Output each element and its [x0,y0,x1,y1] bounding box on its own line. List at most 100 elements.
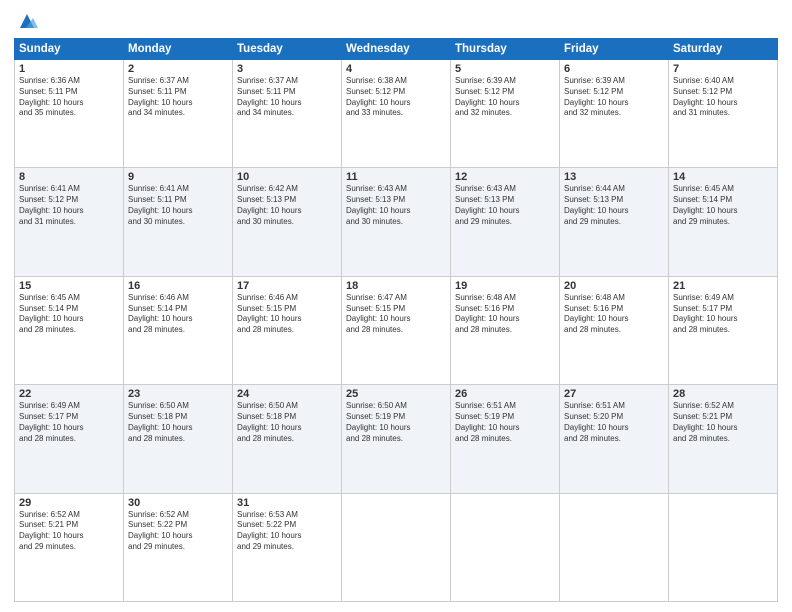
calendar-page: SundayMondayTuesdayWednesdayThursdayFrid… [0,0,792,612]
day-number: 24 [237,388,337,400]
day-number: 14 [673,171,773,183]
calendar-cell: 16Sunrise: 6:46 AM Sunset: 5:14 PM Dayli… [124,276,233,384]
week-row-2: 8Sunrise: 6:41 AM Sunset: 5:12 PM Daylig… [15,168,778,276]
day-number: 29 [19,497,119,509]
day-number: 8 [19,171,119,183]
day-info: Sunrise: 6:41 AM Sunset: 5:12 PM Dayligh… [19,184,119,227]
day-number: 2 [128,63,228,75]
day-number: 21 [673,280,773,292]
day-number: 5 [455,63,555,75]
day-info: Sunrise: 6:51 AM Sunset: 5:19 PM Dayligh… [455,401,555,444]
day-info: Sunrise: 6:53 AM Sunset: 5:22 PM Dayligh… [237,510,337,553]
week-row-4: 22Sunrise: 6:49 AM Sunset: 5:17 PM Dayli… [15,385,778,493]
day-info: Sunrise: 6:48 AM Sunset: 5:16 PM Dayligh… [564,293,664,336]
day-number: 22 [19,388,119,400]
calendar-cell [669,493,778,601]
calendar-cell: 24Sunrise: 6:50 AM Sunset: 5:18 PM Dayli… [233,385,342,493]
day-info: Sunrise: 6:49 AM Sunset: 5:17 PM Dayligh… [673,293,773,336]
weekday-header-wednesday: Wednesday [342,39,451,60]
day-number: 20 [564,280,664,292]
weekday-header-sunday: Sunday [15,39,124,60]
day-number: 10 [237,171,337,183]
day-info: Sunrise: 6:45 AM Sunset: 5:14 PM Dayligh… [673,184,773,227]
calendar-cell: 20Sunrise: 6:48 AM Sunset: 5:16 PM Dayli… [560,276,669,384]
calendar-cell: 10Sunrise: 6:42 AM Sunset: 5:13 PM Dayli… [233,168,342,276]
calendar-cell: 25Sunrise: 6:50 AM Sunset: 5:19 PM Dayli… [342,385,451,493]
calendar-cell: 23Sunrise: 6:50 AM Sunset: 5:18 PM Dayli… [124,385,233,493]
calendar-cell: 4Sunrise: 6:38 AM Sunset: 5:12 PM Daylig… [342,60,451,168]
day-number: 12 [455,171,555,183]
day-number: 30 [128,497,228,509]
day-info: Sunrise: 6:52 AM Sunset: 5:21 PM Dayligh… [673,401,773,444]
weekday-header-row: SundayMondayTuesdayWednesdayThursdayFrid… [15,39,778,60]
page-header [14,12,778,30]
calendar-cell: 26Sunrise: 6:51 AM Sunset: 5:19 PM Dayli… [451,385,560,493]
calendar-cell: 18Sunrise: 6:47 AM Sunset: 5:15 PM Dayli… [342,276,451,384]
day-info: Sunrise: 6:37 AM Sunset: 5:11 PM Dayligh… [237,76,337,119]
day-info: Sunrise: 6:43 AM Sunset: 5:13 PM Dayligh… [346,184,446,227]
calendar-cell: 3Sunrise: 6:37 AM Sunset: 5:11 PM Daylig… [233,60,342,168]
calendar-cell: 7Sunrise: 6:40 AM Sunset: 5:12 PM Daylig… [669,60,778,168]
calendar-cell: 29Sunrise: 6:52 AM Sunset: 5:21 PM Dayli… [15,493,124,601]
day-number: 26 [455,388,555,400]
day-number: 1 [19,63,119,75]
day-info: Sunrise: 6:36 AM Sunset: 5:11 PM Dayligh… [19,76,119,119]
day-info: Sunrise: 6:46 AM Sunset: 5:15 PM Dayligh… [237,293,337,336]
day-info: Sunrise: 6:39 AM Sunset: 5:12 PM Dayligh… [564,76,664,119]
day-info: Sunrise: 6:42 AM Sunset: 5:13 PM Dayligh… [237,184,337,227]
calendar-cell: 31Sunrise: 6:53 AM Sunset: 5:22 PM Dayli… [233,493,342,601]
week-row-3: 15Sunrise: 6:45 AM Sunset: 5:14 PM Dayli… [15,276,778,384]
calendar-cell: 12Sunrise: 6:43 AM Sunset: 5:13 PM Dayli… [451,168,560,276]
day-info: Sunrise: 6:50 AM Sunset: 5:18 PM Dayligh… [128,401,228,444]
day-number: 7 [673,63,773,75]
day-number: 9 [128,171,228,183]
weekday-header-saturday: Saturday [669,39,778,60]
calendar-cell: 6Sunrise: 6:39 AM Sunset: 5:12 PM Daylig… [560,60,669,168]
calendar-cell: 13Sunrise: 6:44 AM Sunset: 5:13 PM Dayli… [560,168,669,276]
day-info: Sunrise: 6:50 AM Sunset: 5:18 PM Dayligh… [237,401,337,444]
calendar-cell [451,493,560,601]
day-info: Sunrise: 6:50 AM Sunset: 5:19 PM Dayligh… [346,401,446,444]
day-info: Sunrise: 6:47 AM Sunset: 5:15 PM Dayligh… [346,293,446,336]
calendar-cell [342,493,451,601]
day-info: Sunrise: 6:51 AM Sunset: 5:20 PM Dayligh… [564,401,664,444]
day-info: Sunrise: 6:37 AM Sunset: 5:11 PM Dayligh… [128,76,228,119]
day-number: 16 [128,280,228,292]
day-number: 13 [564,171,664,183]
calendar-cell: 8Sunrise: 6:41 AM Sunset: 5:12 PM Daylig… [15,168,124,276]
day-info: Sunrise: 6:39 AM Sunset: 5:12 PM Dayligh… [455,76,555,119]
weekday-header-monday: Monday [124,39,233,60]
day-number: 11 [346,171,446,183]
day-number: 18 [346,280,446,292]
day-info: Sunrise: 6:52 AM Sunset: 5:22 PM Dayligh… [128,510,228,553]
day-info: Sunrise: 6:44 AM Sunset: 5:13 PM Dayligh… [564,184,664,227]
calendar-cell: 28Sunrise: 6:52 AM Sunset: 5:21 PM Dayli… [669,385,778,493]
day-number: 27 [564,388,664,400]
calendar-cell: 5Sunrise: 6:39 AM Sunset: 5:12 PM Daylig… [451,60,560,168]
day-number: 23 [128,388,228,400]
calendar-cell: 27Sunrise: 6:51 AM Sunset: 5:20 PM Dayli… [560,385,669,493]
day-info: Sunrise: 6:46 AM Sunset: 5:14 PM Dayligh… [128,293,228,336]
day-number: 6 [564,63,664,75]
weekday-header-friday: Friday [560,39,669,60]
day-number: 3 [237,63,337,75]
logo [14,12,38,30]
weekday-header-thursday: Thursday [451,39,560,60]
day-number: 19 [455,280,555,292]
day-info: Sunrise: 6:48 AM Sunset: 5:16 PM Dayligh… [455,293,555,336]
day-info: Sunrise: 6:52 AM Sunset: 5:21 PM Dayligh… [19,510,119,553]
weekday-header-tuesday: Tuesday [233,39,342,60]
week-row-5: 29Sunrise: 6:52 AM Sunset: 5:21 PM Dayli… [15,493,778,601]
day-info: Sunrise: 6:40 AM Sunset: 5:12 PM Dayligh… [673,76,773,119]
day-info: Sunrise: 6:43 AM Sunset: 5:13 PM Dayligh… [455,184,555,227]
logo-text [14,12,38,30]
day-info: Sunrise: 6:41 AM Sunset: 5:11 PM Dayligh… [128,184,228,227]
day-number: 17 [237,280,337,292]
day-info: Sunrise: 6:49 AM Sunset: 5:17 PM Dayligh… [19,401,119,444]
calendar-cell: 21Sunrise: 6:49 AM Sunset: 5:17 PM Dayli… [669,276,778,384]
week-row-1: 1Sunrise: 6:36 AM Sunset: 5:11 PM Daylig… [15,60,778,168]
calendar-cell: 15Sunrise: 6:45 AM Sunset: 5:14 PM Dayli… [15,276,124,384]
calendar-cell [560,493,669,601]
calendar-cell: 19Sunrise: 6:48 AM Sunset: 5:16 PM Dayli… [451,276,560,384]
calendar-cell: 14Sunrise: 6:45 AM Sunset: 5:14 PM Dayli… [669,168,778,276]
